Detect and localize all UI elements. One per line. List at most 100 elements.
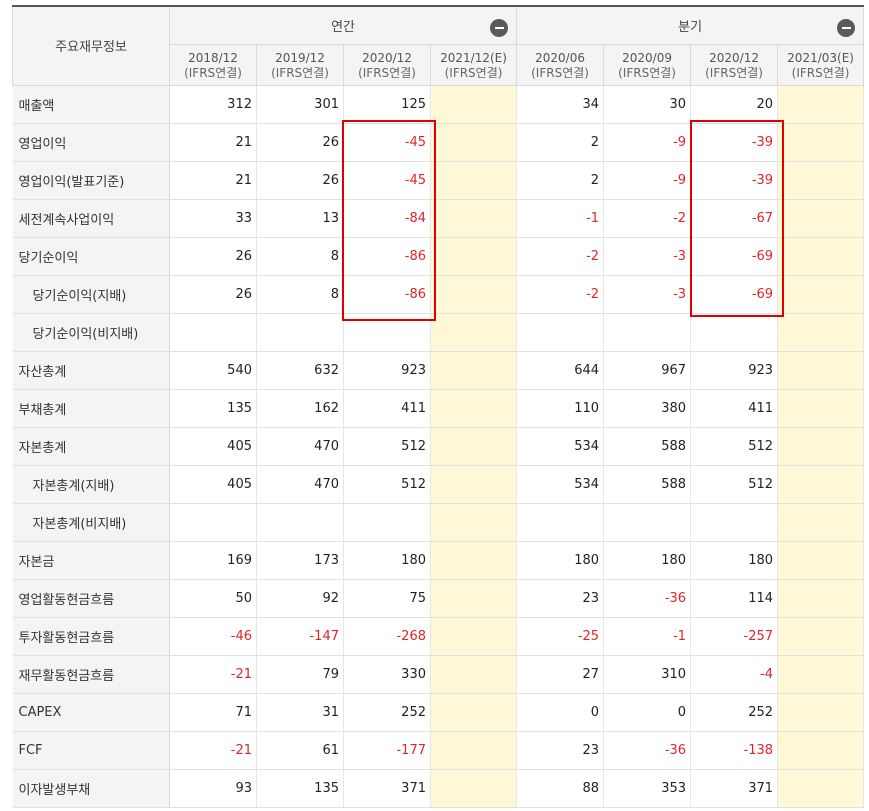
financial-table-body: 매출액 312 301 125 34 30 20 영업이익 21 26 -45 2 -9 -39 영업이익(… xyxy=(12,85,865,808)
table-cell: 8 xyxy=(256,237,344,276)
period-basis: (IFRS연결) xyxy=(531,65,589,80)
table-cell: -3 xyxy=(603,237,692,276)
table-cell: -21 xyxy=(169,655,257,694)
row-label: CAPEX xyxy=(12,693,170,732)
table-cell: 371 xyxy=(690,769,779,808)
table-cell: -147 xyxy=(256,617,344,656)
table-cell: 967 xyxy=(603,351,692,390)
table-row: 영업이익(발표기준) 21 26 -45 2 -9 -39 xyxy=(12,161,865,200)
table-cell xyxy=(777,161,865,200)
table-cell: -257 xyxy=(690,617,779,656)
table-cell xyxy=(430,351,518,390)
table-cell xyxy=(430,427,518,466)
row-label: 영업이익 xyxy=(12,123,170,162)
table-cell: 75 xyxy=(343,579,431,618)
row-header-title: 주요재무정보 xyxy=(12,5,170,86)
period-date: 2019/12 xyxy=(275,50,325,65)
table-cell: 470 xyxy=(256,427,344,466)
table-row: 영업활동현금흐름 50 92 75 23 -36 114 xyxy=(12,579,865,618)
table-cell xyxy=(777,655,865,694)
table-cell: -67 xyxy=(690,199,779,238)
table-cell: 512 xyxy=(343,427,431,466)
table-cell xyxy=(430,693,518,732)
table-cell: 2 xyxy=(516,161,605,200)
period-date: 2020/12 xyxy=(709,50,759,65)
table-cell: 8 xyxy=(256,275,344,314)
table-cell xyxy=(430,731,518,770)
table-cell: 92 xyxy=(256,579,344,618)
period-basis: (IFRS연결) xyxy=(444,65,503,80)
table-cell: 26 xyxy=(169,275,257,314)
period-basis: (IFRS연결) xyxy=(618,65,676,80)
row-label: 당기순이익(비지배) xyxy=(12,313,170,352)
annual-collapse-minus-icon[interactable] xyxy=(490,19,509,37)
period-date: 2018/12 xyxy=(188,50,238,65)
table-cell: 252 xyxy=(343,693,431,732)
table-cell: 411 xyxy=(690,389,779,428)
table-cell: 135 xyxy=(256,769,344,808)
table-cell: -4 xyxy=(690,655,779,694)
table-cell: 405 xyxy=(169,465,257,504)
table-cell xyxy=(430,769,518,808)
period-date: 2021/12(E) xyxy=(440,50,507,65)
quarterly-collapse-minus-icon[interactable] xyxy=(837,19,856,37)
table-row: 부채총계 135 162 411 110 380 411 xyxy=(12,389,865,428)
table-cell xyxy=(777,693,865,732)
table-cell: 330 xyxy=(343,655,431,694)
period-basis: (IFRS연결) xyxy=(271,65,329,80)
financial-summary-panel: 주요재무정보 연간 분기 2018/12 (IFRS연결) 2019/12 (IFRS… xyxy=(12,5,865,808)
table-row: 영업이익 21 26 -45 2 -9 -39 xyxy=(12,123,865,162)
table-cell xyxy=(603,503,692,542)
table-cell xyxy=(777,427,865,466)
table-row: 매출액 312 301 125 34 30 20 xyxy=(12,85,865,124)
table-cell: 0 xyxy=(603,693,692,732)
table-cell: 540 xyxy=(169,351,257,390)
table-cell: 23 xyxy=(516,731,605,770)
table-cell xyxy=(430,541,518,580)
annual-label: 연간 xyxy=(331,19,355,35)
table-cell: 33 xyxy=(169,199,257,238)
table-cell xyxy=(169,503,257,542)
table-cell: 79 xyxy=(256,655,344,694)
table-row: FCF -21 61 -177 23 -36 -138 xyxy=(12,731,865,770)
table-cell: 301 xyxy=(256,85,344,124)
table-row: 자본총계 405 470 512 534 588 512 xyxy=(12,427,865,466)
row-label: 당기순이익 xyxy=(12,237,170,276)
table-cell xyxy=(430,313,518,352)
table-cell: -45 xyxy=(343,123,431,162)
table-cell: 310 xyxy=(603,655,692,694)
row-label: 투자활동현금흐름 xyxy=(12,617,170,656)
row-label: 영업활동현금흐름 xyxy=(12,579,170,618)
period-header-0: 2018/12 (IFRS연결) xyxy=(169,43,257,86)
table-cell: 50 xyxy=(169,579,257,618)
period-header-3: 2021/12(E) (IFRS연결) xyxy=(429,43,518,86)
row-label: 영업이익(발표기준) xyxy=(12,161,170,200)
table-cell xyxy=(430,85,518,124)
period-basis: (IFRS연결) xyxy=(358,65,416,80)
table-cell xyxy=(777,503,865,542)
row-label: 자산총계 xyxy=(12,351,170,390)
table-cell xyxy=(777,237,865,276)
table-cell: -177 xyxy=(343,731,431,770)
table-cell: 380 xyxy=(603,389,692,428)
table-cell: -138 xyxy=(690,731,779,770)
row-label: 당기순이익(지배) xyxy=(12,275,170,314)
table-row: 이자발생부채 93 135 371 88 353 371 xyxy=(12,769,865,808)
table-cell: -45 xyxy=(343,161,431,200)
table-cell: 93 xyxy=(169,769,257,808)
table-cell: 632 xyxy=(256,351,344,390)
table-row: 자산총계 540 632 923 644 967 923 xyxy=(12,351,865,390)
table-cell: -268 xyxy=(343,617,431,656)
table-row: 투자활동현금흐름 -46 -147 -268 -25 -1 -257 xyxy=(12,617,865,656)
table-row: 자본금 169 173 180 180 180 180 xyxy=(12,541,865,580)
table-cell: 0 xyxy=(516,693,605,732)
table-cell: 512 xyxy=(690,465,779,504)
period-basis: (IFRS연결) xyxy=(184,65,242,80)
table-cell: -1 xyxy=(516,199,605,238)
row-label: 부채총계 xyxy=(12,389,170,428)
table-cell xyxy=(690,313,779,352)
period-date: 2020/12 xyxy=(362,50,412,65)
table-cell xyxy=(430,503,518,542)
table-cell: 169 xyxy=(169,541,257,580)
row-label: 매출액 xyxy=(12,85,170,124)
